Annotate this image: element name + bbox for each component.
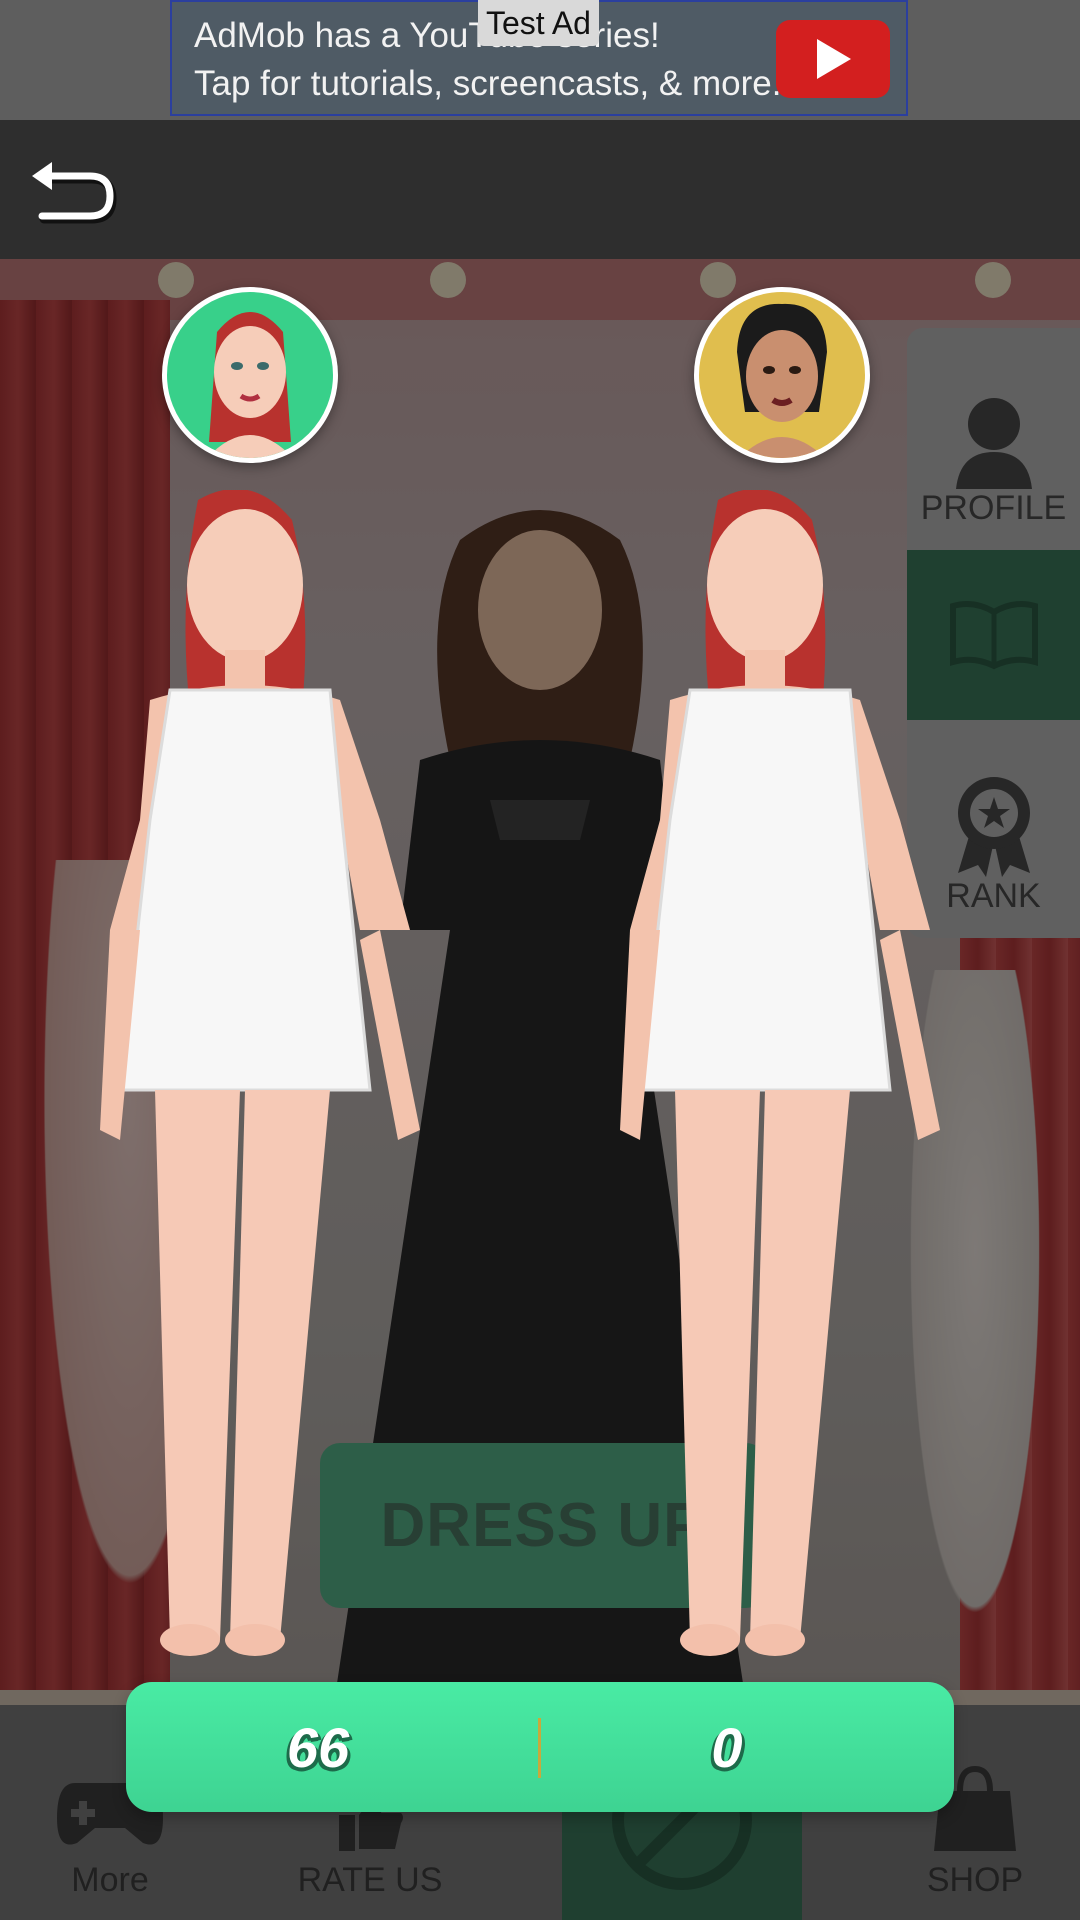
top-bar [0,120,1080,259]
right-score: 0 [711,1715,743,1779]
vote-score-bar: 66 0 [126,1682,954,1812]
left-contestant-avatar [162,287,338,463]
right-contestant-avatar [694,287,870,463]
back-arrow-icon [32,162,117,224]
back-button[interactable] [28,160,118,224]
ad-subline: Tap for tutorials, screencasts, & more. [194,64,782,103]
left-score: 66 [286,1715,350,1779]
youtube-play-icon[interactable] [776,20,890,98]
left-contestant-model [100,490,420,1656]
right-contestant-model [620,490,940,1656]
test-ad-badge: Test Ad [478,0,599,46]
